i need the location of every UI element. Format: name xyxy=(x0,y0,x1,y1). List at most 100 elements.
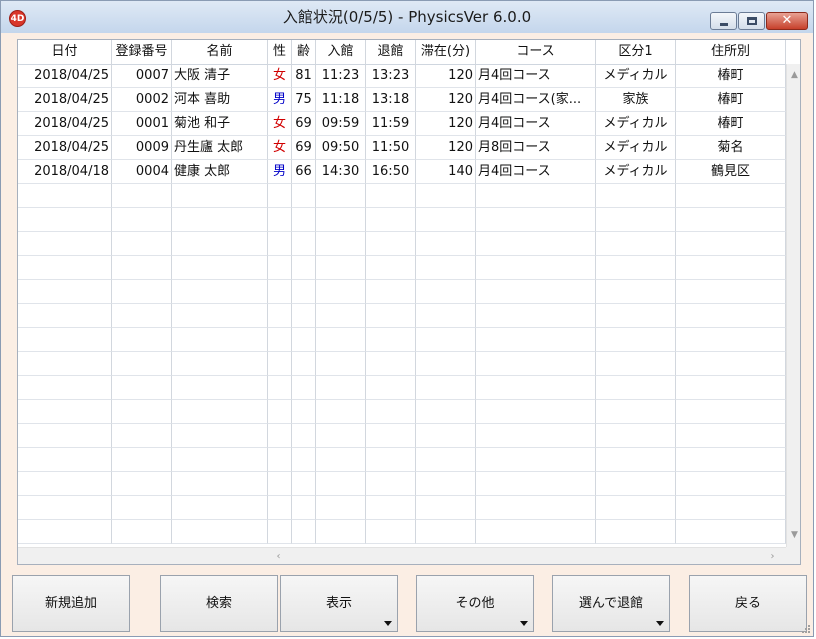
cell-sex xyxy=(268,352,292,376)
cell-stay: 140 xyxy=(416,160,476,184)
cell-sex xyxy=(268,256,292,280)
close-icon: ✕ xyxy=(781,13,793,28)
cell-stay xyxy=(416,208,476,232)
empty-table-row[interactable] xyxy=(18,184,786,208)
cell-course xyxy=(476,280,596,304)
title-bar[interactable]: 4D 入館状況(0/5/5) - PhysicsVer 6.0.0 ✕ xyxy=(1,1,813,33)
cell-in xyxy=(316,208,366,232)
cell-age xyxy=(292,208,316,232)
cell-category xyxy=(596,256,676,280)
chevron-down-icon xyxy=(384,621,392,626)
cell-date: 2018/04/25 xyxy=(18,136,112,160)
display-dropdown-button[interactable]: 表示 xyxy=(280,575,398,632)
cell-out xyxy=(366,328,416,352)
select-checkout-button[interactable]: 選んで退館 xyxy=(552,575,670,632)
cell-in xyxy=(316,184,366,208)
cell-date xyxy=(18,472,112,496)
cell-id xyxy=(112,496,172,520)
cell-area xyxy=(676,208,786,232)
add-new-button[interactable]: 新規追加 xyxy=(12,575,130,632)
col-header-course[interactable]: コース xyxy=(476,40,596,64)
cell-name xyxy=(172,496,268,520)
table-row[interactable]: 2018/04/25 0001 菊池 和子女 69 09:59 11:59 120 月4回コー… xyxy=(18,112,786,136)
col-header-id[interactable]: 登録番号 xyxy=(112,40,172,64)
col-header-stay[interactable]: 滞在(分) xyxy=(416,40,476,64)
minimize-button[interactable] xyxy=(710,12,737,30)
scroll-up-icon[interactable]: ▲ xyxy=(787,68,800,83)
empty-table-row[interactable] xyxy=(18,256,786,280)
col-header-date[interactable]: 日付 xyxy=(18,40,112,64)
col-header-out[interactable]: 退館 xyxy=(366,40,416,64)
cell-sex xyxy=(268,520,292,544)
empty-table-row[interactable] xyxy=(18,472,786,496)
cell-in xyxy=(316,424,366,448)
cell-age xyxy=(292,400,316,424)
cell-sex xyxy=(268,232,292,256)
cell-stay xyxy=(416,496,476,520)
scroll-left-icon[interactable]: ‹ xyxy=(271,548,286,564)
cell-out: 13:18 xyxy=(366,88,416,112)
display-button-label: 表示 xyxy=(325,596,352,611)
cell-sex xyxy=(268,424,292,448)
col-header-name[interactable]: 名前 xyxy=(172,40,268,64)
cell-date xyxy=(18,496,112,520)
cell-out xyxy=(366,400,416,424)
empty-table-row[interactable] xyxy=(18,208,786,232)
cell-sex xyxy=(268,208,292,232)
vertical-scrollbar[interactable]: ▲ ▼ xyxy=(786,64,800,547)
table-row[interactable]: 2018/04/25 0007 大阪 清子女 81 11:23 13:23 120 月4回コー… xyxy=(18,64,786,88)
cell-area xyxy=(676,520,786,544)
cell-in xyxy=(316,400,366,424)
cell-name xyxy=(172,472,268,496)
table-row[interactable]: 2018/04/25 0009 丹生廬 太郎女 69 09:50 11:50 120 月8回コ… xyxy=(18,136,786,160)
cell-date xyxy=(18,304,112,328)
cell-name xyxy=(172,232,268,256)
close-button[interactable]: ✕ xyxy=(766,12,808,30)
cell-in: 11:18 xyxy=(316,88,366,112)
col-header-in[interactable]: 入館 xyxy=(316,40,366,64)
cell-out xyxy=(366,184,416,208)
col-header-area[interactable]: 住所別 xyxy=(676,40,786,64)
cell-course xyxy=(476,376,596,400)
scroll-down-icon[interactable]: ▼ xyxy=(787,528,800,543)
empty-table-row[interactable] xyxy=(18,520,786,544)
cell-out xyxy=(366,352,416,376)
cell-category xyxy=(596,400,676,424)
empty-table-row[interactable] xyxy=(18,424,786,448)
cell-category xyxy=(596,184,676,208)
empty-table-row[interactable] xyxy=(18,376,786,400)
cell-age: 69 xyxy=(292,112,316,136)
col-header-category[interactable]: 区分1 xyxy=(596,40,676,64)
empty-table-row[interactable] xyxy=(18,304,786,328)
empty-table-row[interactable] xyxy=(18,328,786,352)
table-row[interactable]: 2018/04/18 0004 健康 太郎男 66 14:30 16:50 140 月4回コー… xyxy=(18,160,786,184)
cell-out: 13:23 xyxy=(366,64,416,88)
cell-age xyxy=(292,352,316,376)
cell-sex xyxy=(268,448,292,472)
scroll-right-icon[interactable]: › xyxy=(765,548,780,564)
search-button[interactable]: 検索 xyxy=(160,575,278,632)
horizontal-scrollbar[interactable]: ‹ › xyxy=(18,547,786,564)
cell-category xyxy=(596,424,676,448)
cell-in xyxy=(316,376,366,400)
cell-in xyxy=(316,472,366,496)
col-header-sex[interactable]: 性 xyxy=(268,40,292,64)
cell-date xyxy=(18,448,112,472)
empty-table-row[interactable] xyxy=(18,448,786,472)
col-header-age[interactable]: 齢 xyxy=(292,40,316,64)
table-row[interactable]: 2018/04/25 0002 河本 喜助男 75 11:18 13:18 120 月4回コー… xyxy=(18,88,786,112)
maximize-button[interactable] xyxy=(738,12,765,30)
cell-age xyxy=(292,256,316,280)
visit-list-table[interactable]: 日付 登録番号 名前 性 齢 入館 退館 滞在(分) コース 区分1 住所別 2… xyxy=(17,39,801,565)
empty-table-row[interactable] xyxy=(18,496,786,520)
empty-table-row[interactable] xyxy=(18,352,786,376)
empty-table-row[interactable] xyxy=(18,232,786,256)
empty-table-row[interactable] xyxy=(18,400,786,424)
other-dropdown-button[interactable]: その他 xyxy=(416,575,534,632)
back-button[interactable]: 戻る xyxy=(689,575,807,632)
resize-grip-icon[interactable] xyxy=(799,622,811,634)
cell-id xyxy=(112,256,172,280)
cell-stay: 120 xyxy=(416,112,476,136)
empty-table-row[interactable] xyxy=(18,280,786,304)
cell-category xyxy=(596,232,676,256)
